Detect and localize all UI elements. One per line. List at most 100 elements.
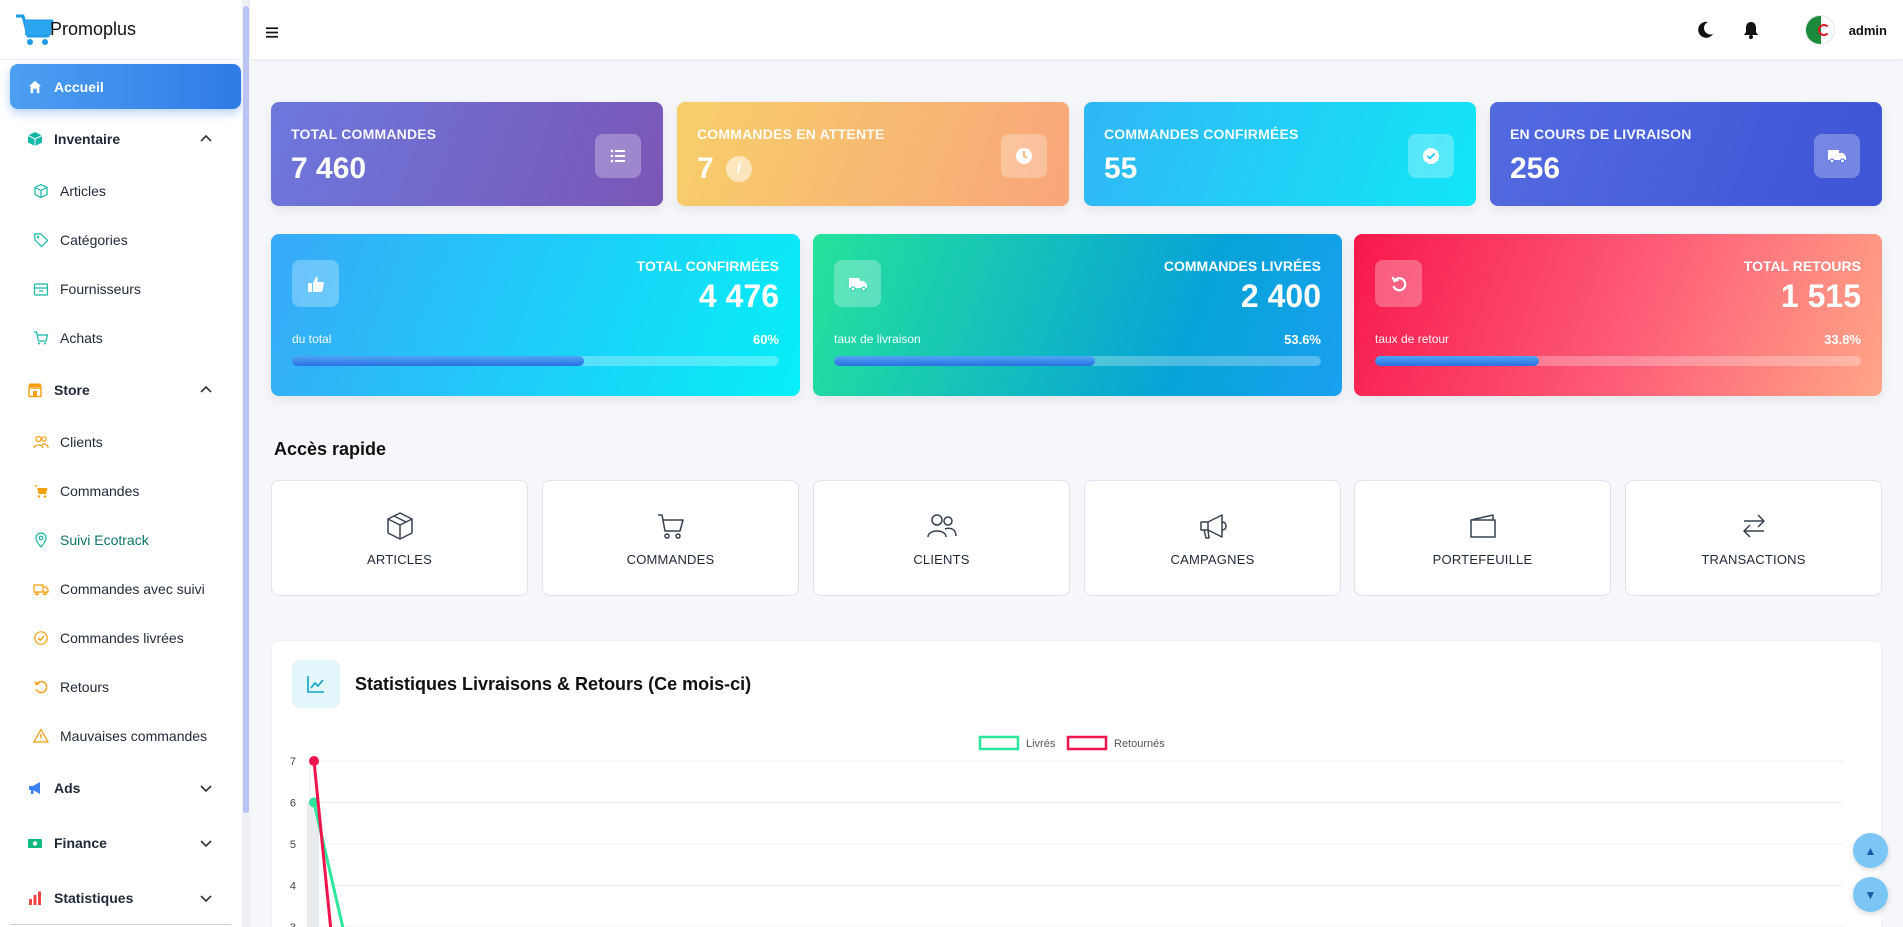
quick-access-label: TRANSACTIONS	[1701, 551, 1806, 567]
quick-access-campagnes[interactable]: CAMPAGNES	[1084, 480, 1341, 596]
sidebar-item-mauvaises-commandes[interactable]: Mauvaises commandes	[10, 714, 241, 758]
stat-value-text: 256	[1510, 152, 1561, 185]
sidebar-item-accueil[interactable]: Accueil	[10, 64, 241, 109]
quick-access-clients[interactable]: CLIENTS	[813, 480, 1070, 596]
building-icon	[32, 280, 50, 298]
money-icon	[26, 834, 44, 852]
big-stat-value: 4 476	[698, 278, 779, 314]
chart-data-point	[309, 756, 319, 766]
chart-y-tick-label: 5	[290, 839, 296, 851]
sidebar-scrollbar-thumb[interactable]	[243, 6, 249, 813]
truck-icon	[1814, 134, 1860, 178]
menu-toggle-icon[interactable]	[266, 22, 278, 43]
quick-access-label: ARTICLES	[367, 551, 432, 567]
progress-fill	[1375, 356, 1540, 366]
sidebar-item-clients[interactable]: Clients	[10, 420, 241, 464]
stat-card-total-retours[interactable]: TOTAL RETOURS 1 515 taux de retour 33.8%	[1354, 234, 1882, 396]
stat-title: COMMANDES EN ATTENTE	[697, 126, 885, 142]
big-stat-value: 2 400	[1240, 278, 1321, 314]
quick-access-label: CLIENTS	[913, 551, 970, 567]
sidebar-item-inventaire[interactable]: Inventaire	[10, 114, 241, 164]
info-icon[interactable]: i	[725, 156, 752, 182]
sidebar-item-label: Commandes	[60, 483, 140, 499]
sidebar-item-suivi-ecotrack[interactable]: Suivi Ecotrack	[10, 518, 241, 562]
check-circle-icon	[32, 629, 50, 647]
bell-icon[interactable]	[1741, 20, 1761, 40]
progress-bar	[834, 356, 1321, 366]
cart-filled-icon	[32, 482, 50, 500]
quick-access-title: Accès rapide	[274, 439, 387, 459]
users-icon	[926, 513, 957, 537]
sidebar-item-label: Commandes livrées	[60, 630, 184, 646]
big-stat-label: taux de retour	[1375, 332, 1450, 346]
stat-card-en-cours-de-livraison[interactable]: EN COURS DE LIVRAISON 256	[1490, 102, 1882, 206]
moon-icon[interactable]	[1695, 20, 1715, 40]
megaphone-icon	[1199, 513, 1227, 539]
return-icon	[32, 678, 50, 696]
transfer-icon	[1742, 513, 1765, 538]
progress-bar	[292, 356, 779, 366]
stat-title: TOTAL COMMANDES	[291, 126, 437, 142]
thumbs-up-icon	[292, 260, 339, 307]
quick-access-label: CAMPAGNES	[1170, 551, 1255, 567]
stat-card-commandes-en-attente[interactable]: COMMANDES EN ATTENTE 7i	[677, 102, 1069, 206]
cube-icon	[26, 130, 44, 148]
stat-card-commandes-livrees[interactable]: COMMANDES LIVRÉES 2 400 taux de livraiso…	[813, 234, 1342, 396]
quick-access-transactions[interactable]: TRANSACTIONS	[1625, 480, 1882, 596]
sidebar-item-ads[interactable]: Ads	[10, 763, 241, 813]
quick-access-articles[interactable]: ARTICLES	[271, 480, 528, 596]
sidebar-item-label: Retours	[60, 679, 110, 695]
sidebar-scrollbar[interactable]	[242, 0, 250, 927]
sidebar-item-finance[interactable]: Finance	[10, 818, 241, 868]
quick-access-label: COMMANDES	[626, 551, 715, 567]
stat-value: 55	[1104, 152, 1456, 186]
username[interactable]: admin	[1849, 23, 1887, 38]
stat-card-commandes-confirmees[interactable]: COMMANDES CONFIRMÉES 55	[1084, 102, 1476, 206]
quick-access-commandes[interactable]: COMMANDES	[542, 480, 799, 596]
sidebar-item-store[interactable]: Store	[10, 365, 241, 415]
stats-panel: Statistiques Livraisons & Retours (Ce mo…	[271, 640, 1882, 927]
store-icon	[26, 381, 44, 399]
sidebar-item-commandes-livrees[interactable]: Commandes livrées	[10, 616, 241, 660]
sidebar-item-articles[interactable]: Articles	[10, 169, 241, 213]
sidebar-item-label: Statistiques	[54, 890, 134, 906]
big-stat-percent: 60%	[752, 332, 779, 347]
stat-title: COMMANDES CONFIRMÉES	[1104, 126, 1299, 142]
sidebar-item-fournisseurs[interactable]: Fournisseurs	[10, 267, 241, 311]
chart-y-tick-label: 6	[290, 798, 296, 810]
list-icon	[595, 134, 641, 178]
sidebar-nav: Accueil Inventaire Articles Catégories F…	[0, 60, 249, 923]
progress-bar	[1375, 356, 1861, 366]
sidebar-item-commandes[interactable]: Commandes	[10, 469, 241, 513]
chart-legend-swatch	[1066, 735, 1108, 751]
sidebar-item-label: Articles	[60, 183, 106, 199]
chart-legend-swatch	[978, 735, 1020, 751]
cart-icon	[32, 329, 50, 347]
sidebar-item-label: Mauvaises commandes	[60, 728, 208, 744]
avatar[interactable]	[1804, 15, 1835, 45]
brand-name: Promoplus	[50, 19, 137, 39]
bar-chart-icon	[26, 889, 44, 907]
stat-card-total-confirmees[interactable]: TOTAL CONFIRMÉES 4 476 du total 60%	[271, 234, 800, 396]
stat-value-text: 55	[1104, 152, 1138, 185]
scroll-down-button[interactable]: ▼	[1853, 877, 1888, 912]
brand[interactable]: Promoplus	[0, 0, 249, 60]
sidebar: Promoplus Accueil Inventaire Articles Ca…	[0, 0, 250, 927]
sidebar-item-achats[interactable]: Achats	[10, 316, 241, 360]
sidebar-item-label: Fournisseurs	[60, 281, 141, 297]
big-stat-percent: 53.6%	[1284, 332, 1321, 347]
wallet-icon	[1469, 513, 1496, 538]
cube-outline-icon	[32, 182, 50, 200]
sidebar-item-commandes-avec-suivi[interactable]: Commandes avec suivi	[10, 567, 241, 611]
sidebar-item-retours[interactable]: Retours	[10, 665, 241, 709]
big-stat-percent: 33.8%	[1824, 332, 1861, 347]
chart-y-tick-label: 4	[290, 881, 296, 893]
sidebar-item-statistiques[interactable]: Statistiques	[10, 873, 241, 923]
scroll-up-button[interactable]: ▲	[1853, 833, 1888, 868]
sidebar-item-categories[interactable]: Catégories	[10, 218, 241, 262]
sidebar-item-label: Finance	[54, 835, 107, 851]
stat-card-total-commandes[interactable]: TOTAL COMMANDES 7 460	[271, 102, 663, 206]
quick-access-portefeuille[interactable]: PORTEFEUILLE	[1354, 480, 1611, 596]
progress-fill	[834, 356, 1096, 366]
megaphone-icon	[26, 779, 44, 797]
